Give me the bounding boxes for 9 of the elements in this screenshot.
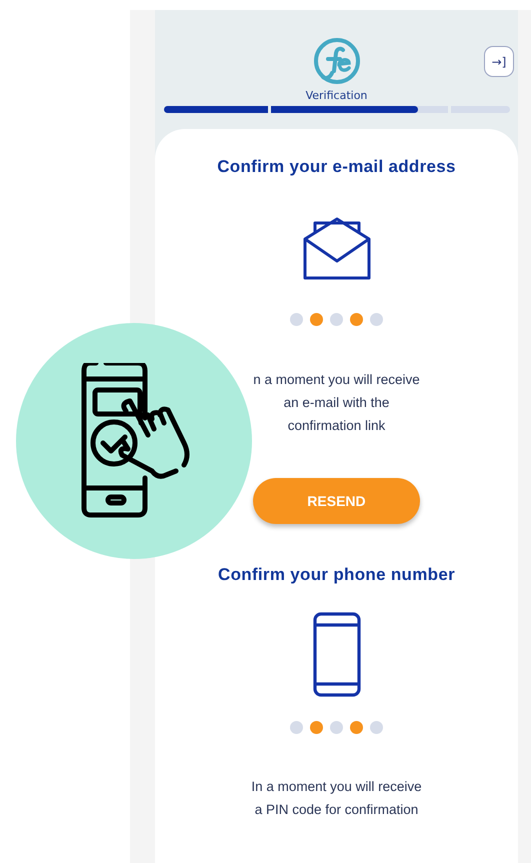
envelope-icon [303,217,372,280]
section-title: Confirm your phone number [218,565,455,585]
logo-icon [312,37,360,85]
step-title: Verification [306,89,368,102]
message-text: In a moment you will receive a PIN code for confirmation [251,778,422,819]
exit-button[interactable]: →] [484,46,514,77]
message-text: n a moment you will receive an e-mail with the confirmation link [253,371,420,435]
section-title: Confirm your e-mail address [217,157,456,177]
phone-icon [312,612,360,697]
